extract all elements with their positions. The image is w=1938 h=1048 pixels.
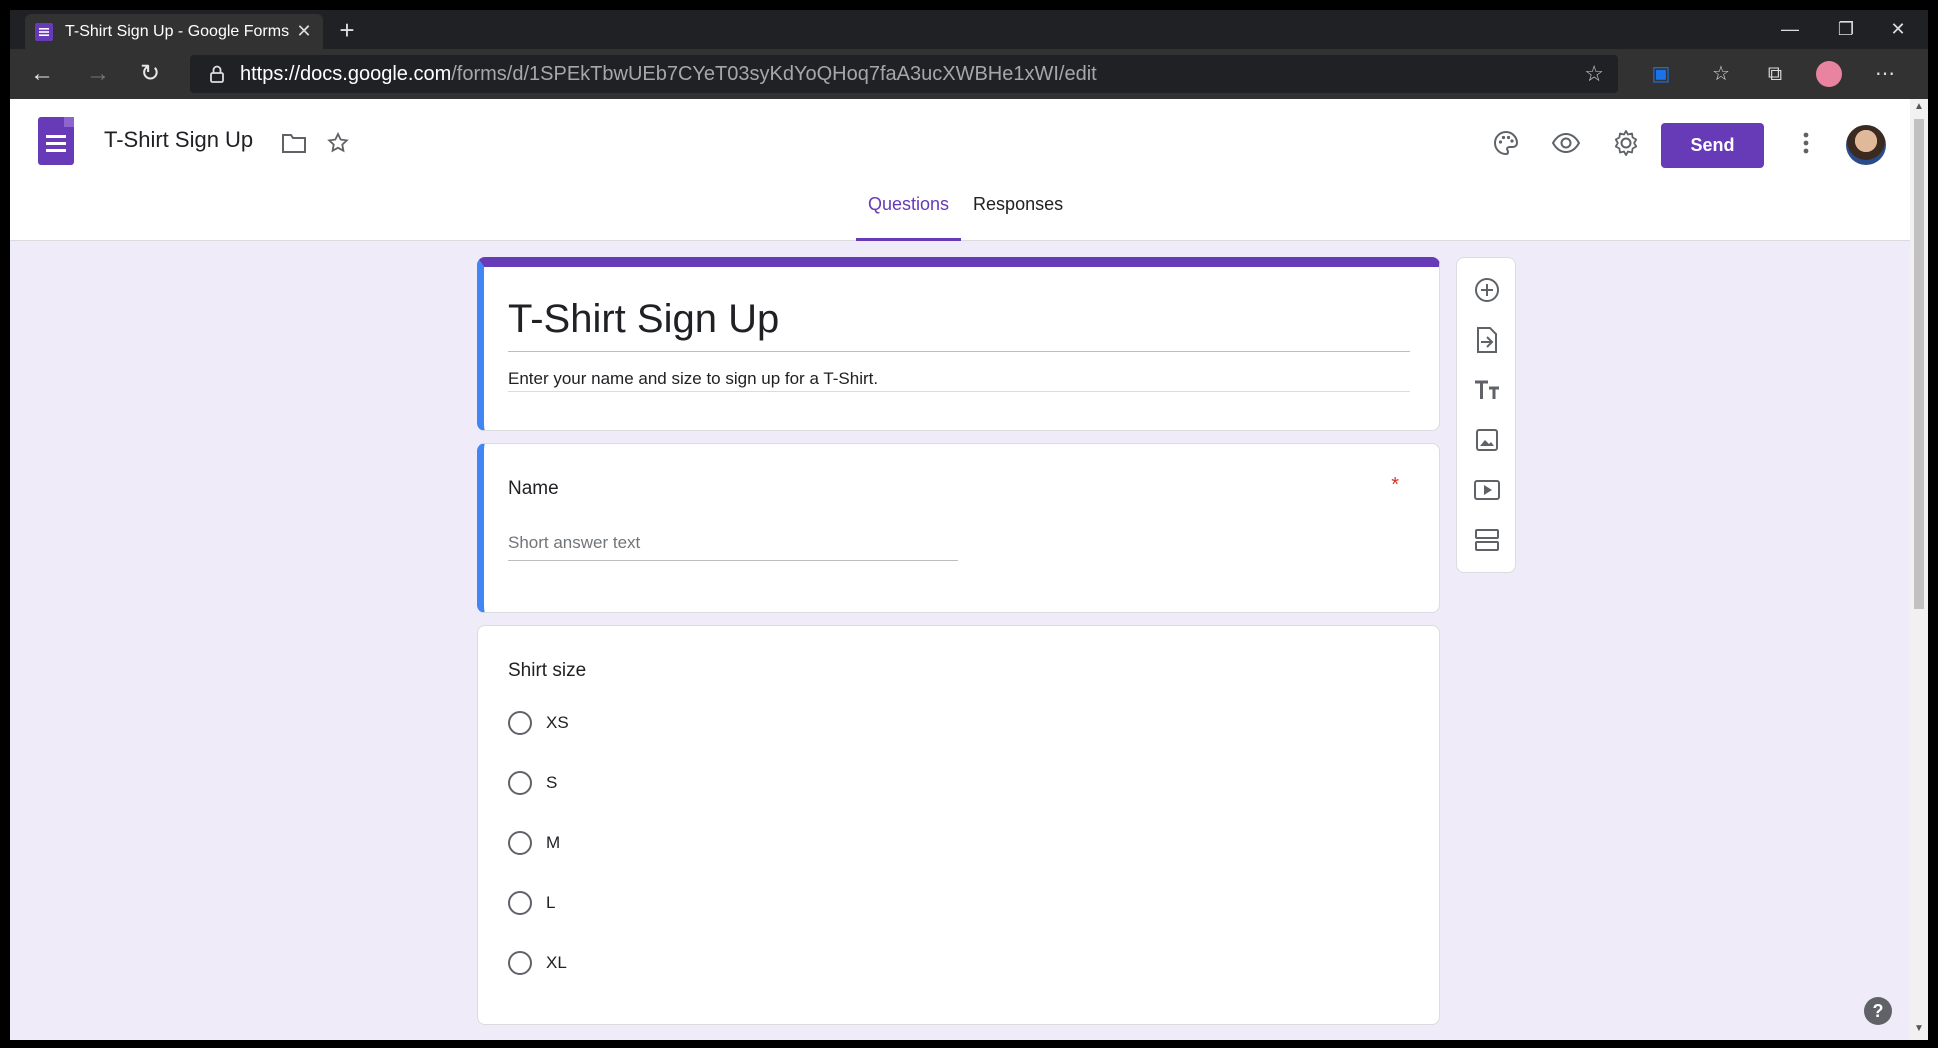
- send-button[interactable]: Send: [1661, 123, 1764, 168]
- url-field[interactable]: https://docs.google.com/forms/d/1SPEkTbw…: [190, 55, 1618, 93]
- radio-button[interactable]: [508, 831, 532, 855]
- account-avatar[interactable]: [1846, 125, 1886, 165]
- extension-icon[interactable]: ▣: [1646, 59, 1676, 89]
- reload-icon[interactable]: ↻: [132, 57, 168, 93]
- more-menu-icon[interactable]: ⋯: [1870, 59, 1900, 89]
- folder-icon[interactable]: [274, 123, 314, 163]
- tab-strip: T-Shirt Sign Up - Google Forms ✕ + — ❐ ✕: [10, 10, 1928, 49]
- option-label: S: [546, 773, 558, 792]
- address-bar: ← → ↻ https://docs.google.com/forms/d/1S…: [10, 49, 1928, 99]
- close-tab-icon[interactable]: ✕: [295, 21, 313, 42]
- page-scrollbar[interactable]: ▲ ▼: [1910, 99, 1928, 1040]
- radio-option[interactable]: XL: [508, 951, 567, 975]
- add-title-icon[interactable]: [1467, 370, 1507, 410]
- scrollbar-thumb[interactable]: [1914, 119, 1924, 609]
- add-video-icon[interactable]: [1467, 470, 1507, 510]
- radio-option[interactable]: L: [508, 891, 555, 915]
- form-title[interactable]: T-Shirt Sign Up: [508, 297, 779, 342]
- scroll-up-icon[interactable]: ▲: [1914, 101, 1924, 112]
- radio-button[interactable]: [508, 771, 532, 795]
- forms-favicon-icon: [35, 22, 53, 41]
- tab-questions[interactable]: Questions: [856, 187, 962, 241]
- forward-icon[interactable]: →: [80, 57, 116, 93]
- divider: [508, 391, 1410, 392]
- help-icon[interactable]: ?: [1864, 997, 1892, 1025]
- forms-header: T-Shirt Sign Up Send Questions Responses: [10, 99, 1910, 241]
- option-label: L: [546, 893, 556, 912]
- close-window-icon[interactable]: ✕: [1872, 14, 1924, 44]
- option-label: XL: [546, 953, 567, 972]
- add-section-icon[interactable]: [1467, 520, 1507, 560]
- form-description[interactable]: Enter your name and size to sign up for …: [508, 369, 878, 389]
- radio-button[interactable]: [508, 891, 532, 915]
- option-label: XS: [546, 713, 569, 732]
- scroll-down-icon[interactable]: ▼: [1914, 1023, 1924, 1034]
- browser-window: T-Shirt Sign Up - Google Forms ✕ + — ❐ ✕…: [10, 10, 1928, 1040]
- radio-option[interactable]: S: [508, 771, 557, 795]
- minimize-icon[interactable]: —: [1764, 14, 1816, 44]
- form-tabs: Questions Responses: [856, 187, 1075, 241]
- divider: [508, 351, 1410, 352]
- url-host: https://docs.google.com: [240, 62, 452, 85]
- question-card-name[interactable]: Name * Short answer text: [477, 443, 1440, 613]
- restore-icon[interactable]: ❐: [1820, 14, 1872, 44]
- divider: [508, 560, 958, 561]
- favorites-icon[interactable]: ☆: [1706, 59, 1736, 89]
- option-label: M: [546, 833, 561, 852]
- radio-option[interactable]: XS: [508, 711, 569, 735]
- form-title-card[interactable]: T-Shirt Sign Up Enter your name and size…: [477, 257, 1440, 431]
- question-card-shirt-size[interactable]: Shirt size XS S M L XL: [477, 625, 1440, 1025]
- import-questions-icon[interactable]: [1467, 320, 1507, 360]
- url-text: https://docs.google.com/forms/d/1SPEkTbw…: [240, 63, 1097, 86]
- more-options-icon[interactable]: [1786, 123, 1826, 163]
- radio-button[interactable]: [508, 951, 532, 975]
- forms-logo-icon[interactable]: [38, 117, 74, 165]
- back-icon[interactable]: ←: [24, 57, 60, 93]
- lock-icon: [210, 65, 224, 83]
- forms-page: T-Shirt Sign Up Send Questions Responses…: [10, 99, 1910, 1040]
- question-title[interactable]: Name: [508, 478, 559, 500]
- url-path: /forms/d/1SPEkTbwUEb7CYeT03syKdYoQHoq7fa…: [451, 62, 1097, 85]
- palette-icon[interactable]: [1486, 123, 1526, 163]
- preview-eye-icon[interactable]: [1546, 123, 1586, 163]
- tab-responses[interactable]: Responses: [961, 187, 1075, 241]
- browser-tab[interactable]: T-Shirt Sign Up - Google Forms ✕: [25, 14, 323, 49]
- question-title[interactable]: Shirt size: [508, 660, 586, 682]
- radio-button[interactable]: [508, 711, 532, 735]
- radio-option[interactable]: M: [508, 831, 560, 855]
- required-asterisk: *: [1391, 474, 1399, 496]
- bookmark-star-icon[interactable]: ☆: [1584, 61, 1604, 87]
- collections-icon[interactable]: ⧉: [1760, 59, 1790, 89]
- side-toolbar: [1456, 257, 1516, 573]
- settings-gear-icon[interactable]: [1606, 123, 1646, 163]
- short-answer-placeholder: Short answer text: [508, 533, 641, 552]
- new-tab-icon[interactable]: +: [332, 16, 362, 46]
- profile-icon[interactable]: [1814, 59, 1844, 89]
- tab-title: T-Shirt Sign Up - Google Forms: [65, 22, 290, 40]
- add-image-icon[interactable]: [1467, 420, 1507, 460]
- doc-title[interactable]: T-Shirt Sign Up: [104, 127, 253, 153]
- star-icon[interactable]: [318, 123, 358, 163]
- add-question-icon[interactable]: [1467, 270, 1507, 310]
